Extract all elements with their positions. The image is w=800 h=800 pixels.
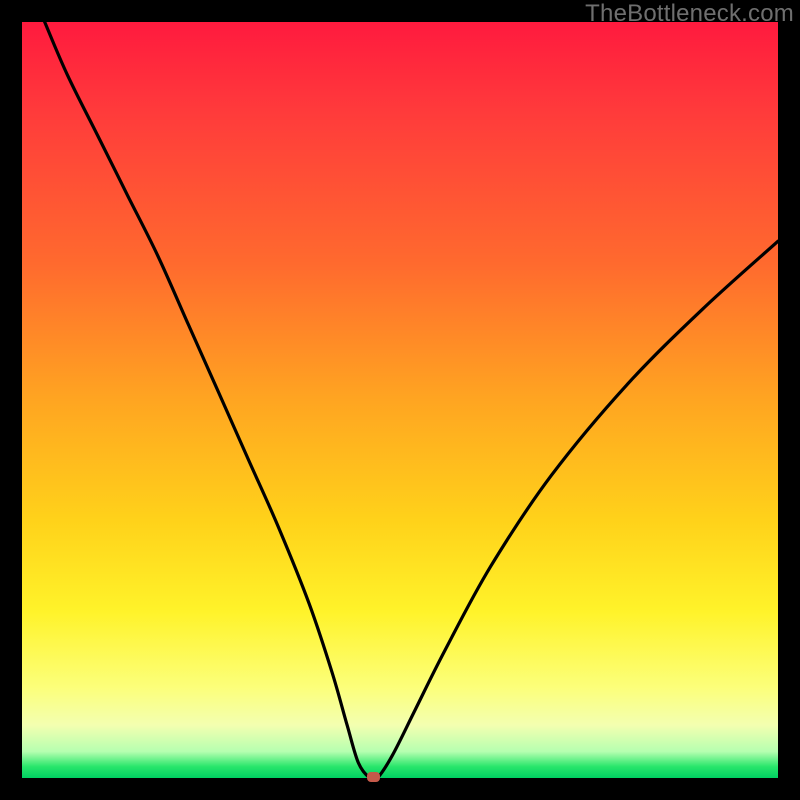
optimal-marker: [367, 772, 380, 782]
chart-frame: TheBottleneck.com: [0, 0, 800, 800]
bottleneck-curve: [22, 22, 778, 778]
plot-area: [22, 22, 778, 778]
